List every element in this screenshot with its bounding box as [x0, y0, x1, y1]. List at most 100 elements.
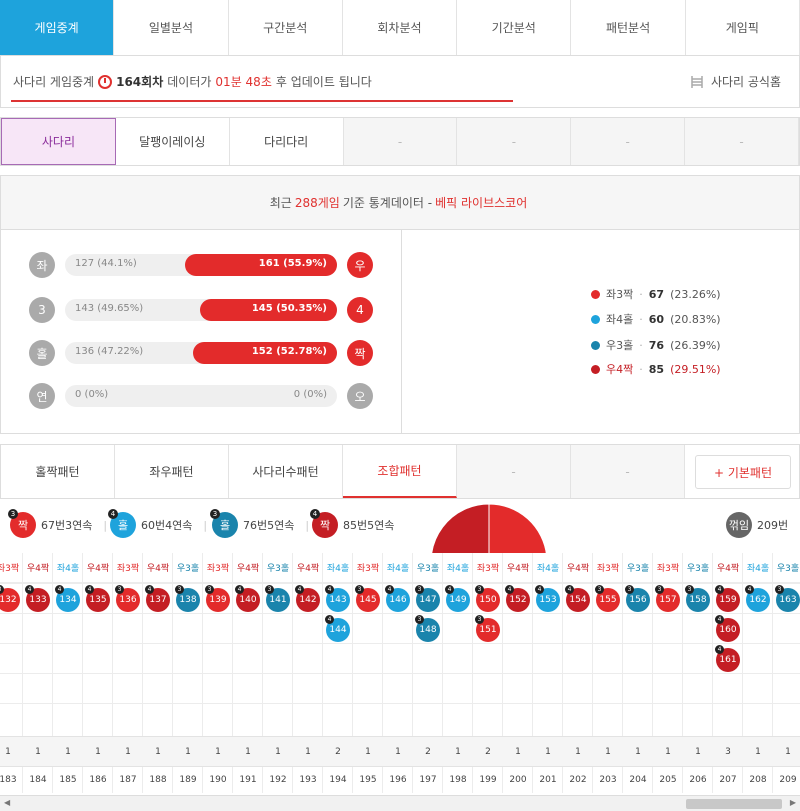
- column-round: 198: [443, 766, 473, 793]
- marker-number: 146: [389, 595, 407, 605]
- stat-row: 홀 136 (47.22%) 152 (52.78%) 짝: [29, 340, 373, 366]
- game-tab-snail-racing[interactable]: 달팽이레이싱: [115, 118, 230, 165]
- pattern-tab-ladder-count[interactable]: 사다리수패턴: [229, 445, 343, 498]
- pattern-marker: 157 3: [655, 585, 680, 612]
- streak-item: 홀 4 60번4연속 |: [108, 509, 207, 538]
- stat-left-badge: 3: [29, 297, 55, 323]
- legend-separator: ·: [639, 362, 643, 376]
- status-round: 164회차: [116, 75, 164, 89]
- tab-round[interactable]: 회차분석: [343, 0, 458, 55]
- tab-pattern[interactable]: 패턴분석: [571, 0, 686, 55]
- legend-label: 좌4홀: [606, 313, 634, 326]
- marker-sup: 3: [355, 585, 364, 594]
- tab-period[interactable]: 기간분석: [457, 0, 572, 55]
- pattern-marker: 146 4: [385, 585, 410, 612]
- marker-number: 132: [0, 595, 17, 605]
- streak-ball-label: 홀: [219, 519, 231, 532]
- stat-bar: 0 (0%) 0 (0%): [65, 385, 337, 407]
- legend-count: 60: [648, 312, 665, 326]
- streak-item: 짝 3 67번3연속 |: [8, 509, 108, 538]
- column-count: 2: [323, 736, 353, 766]
- scroll-left-arrow-icon[interactable]: ◀: [4, 798, 10, 807]
- streak-ball: 짝3: [8, 509, 36, 538]
- pattern-tab-combo[interactable]: 조합패턴: [343, 445, 457, 498]
- marker-number: 143: [329, 595, 347, 605]
- update-status-text: 사다리 게임중계 164회차 데이터가 01분 48초 후 업데이트 됩니다: [13, 73, 372, 90]
- column-round: 208: [743, 766, 773, 793]
- official-site-link[interactable]: 사다리 공식홈: [689, 73, 781, 90]
- tab-pick[interactable]: 게임픽: [686, 0, 800, 55]
- tab-range[interactable]: 구간분석: [229, 0, 343, 55]
- stat-left-value: 143 (49.65%): [75, 303, 144, 314]
- marker-number: 140: [239, 595, 257, 605]
- pattern-marker: 156 3: [625, 585, 650, 612]
- pie-legend-item: 좌4홀 · 60 (20.83%): [591, 311, 721, 327]
- scroll-right-arrow-icon[interactable]: ▶: [790, 798, 796, 807]
- basic-pattern-button[interactable]: + 기본패턴: [695, 455, 791, 489]
- stat-row: 3 143 (49.65%) 145 (50.35%) 4: [29, 297, 373, 323]
- column-count: 2: [413, 736, 443, 766]
- streak-ball-label: 홀: [117, 519, 129, 532]
- column-round: 206: [683, 766, 713, 793]
- game-tab-ladder[interactable]: 사다리: [1, 118, 116, 165]
- streak-separator: |: [305, 518, 310, 532]
- marker-sup: 3: [775, 585, 784, 594]
- column-round: 190: [203, 766, 233, 793]
- pattern-marker: 133 4: [25, 585, 50, 612]
- pattern-nav: 홀짝패턴 좌우패턴 사다리수패턴 조합패턴 - - + 기본패턴: [0, 444, 800, 499]
- stat-left-value: 136 (47.22%): [75, 346, 144, 357]
- turn-item: 꺾임 209번: [726, 512, 788, 538]
- stat-right-badge: 4: [347, 297, 373, 323]
- pattern-tab-oddeven[interactable]: 홀짝패턴: [1, 445, 115, 498]
- column-header: 좌4홀: [383, 553, 413, 583]
- official-site-label: 사다리 공식홈: [710, 75, 781, 89]
- scroll-thumb[interactable]: [686, 799, 782, 809]
- stats-body: 좌 127 (44.1%) 161 (55.9%) 우 3 143 (49.65%) 145…: [0, 230, 800, 621]
- marker-sup: 4: [565, 585, 574, 594]
- column-round: 185: [53, 766, 83, 793]
- marker-number: 162: [749, 595, 767, 605]
- game-tab-daridari[interactable]: 다리다리: [229, 118, 344, 165]
- marker-sup: 4: [25, 585, 34, 594]
- pattern-tab-empty-2: -: [571, 445, 685, 498]
- column-count: 3: [713, 736, 743, 766]
- marker-number: 157: [659, 595, 677, 605]
- streak-ball-label: 짝: [17, 519, 29, 532]
- streak-text: 60번4연속: [141, 519, 193, 532]
- column-header: 우4짝: [713, 553, 743, 583]
- marker-sup: 4: [715, 585, 724, 594]
- column-round: 186: [83, 766, 113, 793]
- countdown-progress-line: [11, 100, 513, 102]
- tab-daily[interactable]: 일별분석: [114, 0, 229, 55]
- legend-count: 67: [648, 287, 665, 301]
- marker-number: 137: [149, 595, 167, 605]
- stat-bar: 143 (49.65%) 145 (50.35%): [65, 299, 337, 321]
- marker-number: 134: [59, 595, 77, 605]
- stats-header-source: 베픽 라이브스코어: [435, 196, 528, 210]
- legend-dot-icon: [591, 340, 600, 350]
- legend-pct: (23.26%): [670, 287, 721, 301]
- stats-header-prefix: 최근: [269, 196, 292, 210]
- column-header: 좌4홀: [743, 553, 773, 583]
- marker-sup: 4: [55, 585, 64, 594]
- streak-separator: |: [103, 518, 108, 532]
- stat-right-value: 152 (52.78%): [251, 346, 327, 357]
- marker-number: 145: [359, 595, 377, 605]
- pattern-marker: 145 3: [355, 585, 380, 612]
- horizontal-scrollbar[interactable]: ◀ ▶: [0, 795, 800, 811]
- column-header: 좌4홀: [53, 553, 83, 583]
- marker-number: 133: [29, 595, 47, 605]
- pattern-marker: 144 4: [325, 615, 350, 642]
- marker-number: 150: [479, 595, 497, 605]
- column-round: 188: [143, 766, 173, 793]
- marker-sup: 4: [535, 585, 544, 594]
- column-round: 202: [563, 766, 593, 793]
- pattern-marker: 160 4: [715, 615, 740, 642]
- update-status-bar: 사다리 게임중계 164회차 데이터가 01분 48초 후 업데이트 됩니다 사…: [0, 56, 800, 108]
- pattern-tab-leftright[interactable]: 좌우패턴: [115, 445, 229, 498]
- pattern-marker: 163 3: [775, 585, 800, 612]
- marker-sup: 3: [415, 585, 424, 594]
- column-count: 1: [293, 736, 323, 766]
- tab-live[interactable]: 게임중계: [0, 0, 115, 55]
- streak-ball-sup: 3: [210, 509, 220, 519]
